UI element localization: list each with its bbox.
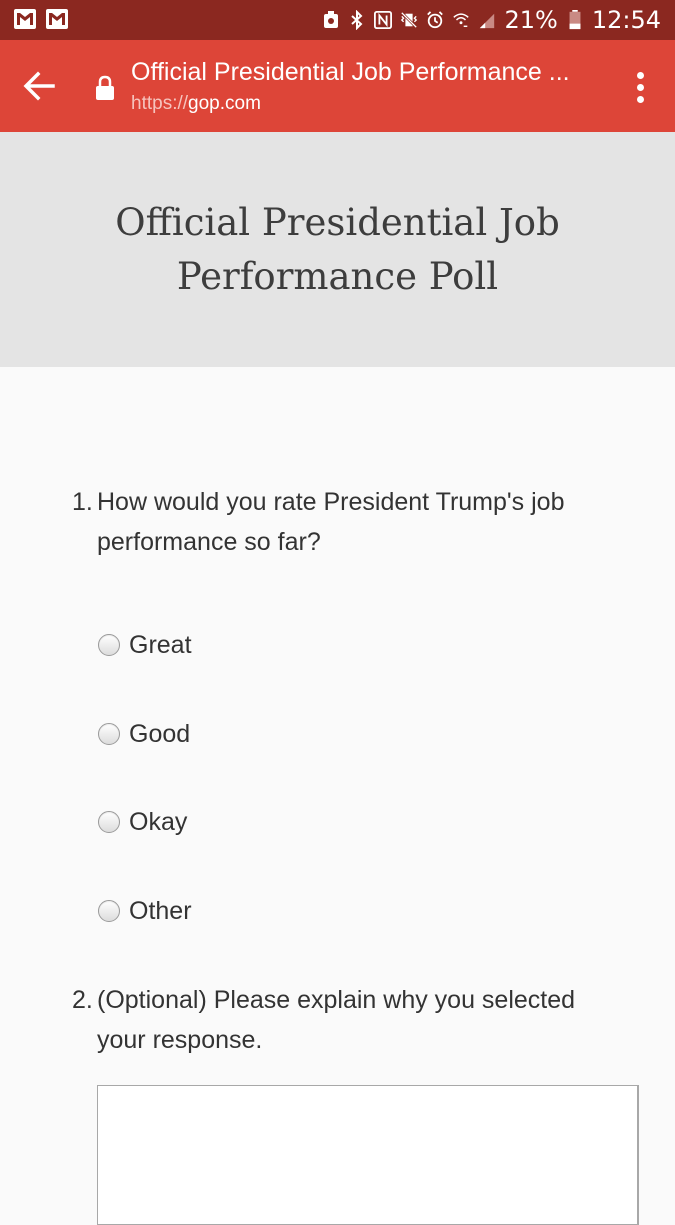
wifi-calling-icon: [453, 13, 470, 28]
question-number: 2.: [72, 986, 93, 1014]
browser-toolbar: Official Presidential Job Performance ..…: [0, 40, 675, 132]
option-label[interactable]: Great: [129, 631, 192, 660]
clock: 12:54: [591, 6, 661, 34]
lock-icon: [96, 75, 114, 100]
option-good[interactable]: Good: [98, 719, 190, 749]
option-other[interactable]: Other: [98, 896, 192, 926]
system-icons: 21% 12:54: [322, 6, 661, 34]
radio-button[interactable]: [98, 634, 120, 656]
battery-icon: [569, 10, 581, 30]
url-host: gop.com: [188, 93, 261, 114]
vibrate-icon: [401, 11, 418, 29]
url-bar[interactable]: https://gop.com: [131, 93, 261, 115]
question-number: 1.: [72, 488, 93, 516]
option-label[interactable]: Okay: [129, 808, 187, 837]
question-2: 2. (Optional) Please explain why you sel…: [72, 980, 612, 1060]
poll-title: Official Presidential Job Performance Po…: [60, 196, 615, 304]
screenshot-icon: [324, 11, 339, 28]
question-1: 1. How would you rate President Trump's …: [72, 482, 612, 562]
back-arrow-icon[interactable]: [22, 70, 56, 102]
gmail-icon: [46, 9, 68, 29]
alarm-icon: [427, 11, 444, 29]
explanation-textarea[interactable]: [97, 1085, 639, 1225]
nfc-icon: [374, 11, 393, 29]
battery-percent: 21%: [504, 6, 558, 34]
option-great[interactable]: Great: [98, 630, 192, 660]
notification-icons: [14, 9, 68, 29]
gmail-icon: [14, 9, 36, 29]
page-title[interactable]: Official Presidential Job Performance ..…: [131, 58, 601, 87]
poll-header: Official Presidential Job Performance Po…: [0, 132, 675, 367]
url-scheme: https://: [131, 93, 189, 114]
radio-button[interactable]: [98, 723, 120, 745]
option-okay[interactable]: Okay: [98, 807, 187, 837]
poll-title-line1: Official Presidential Job: [115, 201, 560, 244]
poll-title-line2: Performance Poll: [176, 255, 499, 298]
signal-icon: [480, 13, 495, 29]
bluetooth-icon: [351, 10, 363, 30]
status-bar: 21% 12:54: [0, 0, 675, 40]
option-label[interactable]: Other: [129, 897, 192, 926]
radio-button[interactable]: [98, 900, 120, 922]
poll-form: 1. How would you rate President Trump's …: [0, 367, 675, 1225]
option-label[interactable]: Good: [129, 720, 190, 749]
question-text: How would you rate President Trump's job…: [97, 488, 565, 556]
overflow-menu-icon[interactable]: [637, 72, 645, 103]
question-text: (Optional) Please explain why you select…: [97, 986, 576, 1054]
radio-button[interactable]: [98, 811, 120, 833]
